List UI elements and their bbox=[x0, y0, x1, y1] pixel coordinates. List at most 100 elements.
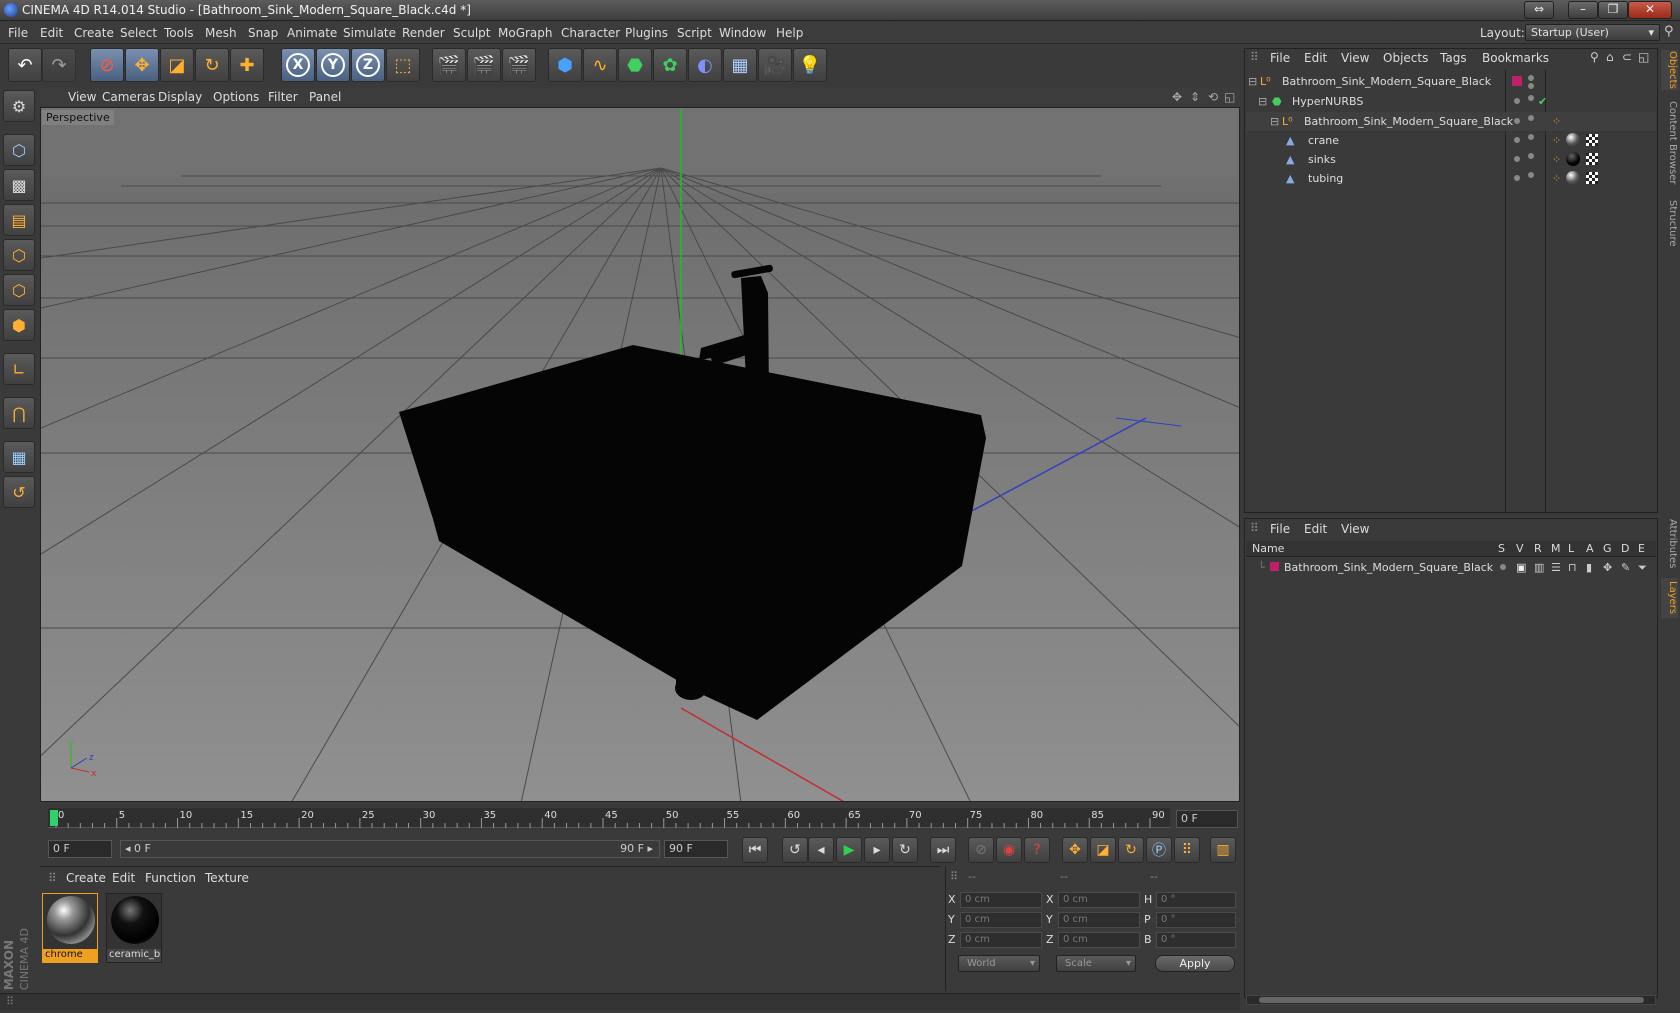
search-icon[interactable]: ⚲ bbox=[1664, 24, 1674, 39]
timeline-ruler[interactable]: 0 5 10 15 20 25 30 35 40 45 50 55 60 65 70 75 80 85 90 bbox=[48, 808, 1170, 828]
viewport-menu-panel[interactable]: Panel bbox=[309, 90, 341, 104]
material-menu-function[interactable]: Function bbox=[145, 871, 196, 885]
view-eye-icon[interactable]: ▣ bbox=[1516, 561, 1526, 574]
tab-layers[interactable]: Layers bbox=[1661, 578, 1678, 618]
move-tool-button[interactable]: ✥ bbox=[125, 48, 159, 82]
key-pla-button[interactable]: ⠿ bbox=[1174, 837, 1200, 863]
scale-tool-button[interactable]: ◪ bbox=[160, 48, 194, 82]
menu-sculpt[interactable]: Sculpt bbox=[453, 26, 490, 40]
expression-icon[interactable]: ⏷ bbox=[1638, 561, 1647, 575]
viewport-zoom-icon[interactable]: ⇕ bbox=[1190, 90, 1200, 104]
tag-icon[interactable]: ⁘ bbox=[1552, 115, 1561, 128]
scrollbar-thumb[interactable] bbox=[1259, 997, 1644, 1003]
key-scale-button[interactable]: ◪ bbox=[1090, 837, 1116, 863]
viewport-menu-filter[interactable]: Filter bbox=[268, 90, 298, 104]
end-frame-field[interactable]: 90 F bbox=[664, 840, 728, 858]
collapse-icon[interactable]: ⊟ bbox=[1248, 75, 1257, 88]
key-position-button[interactable]: ✥ bbox=[1062, 837, 1088, 863]
menu-simulate[interactable]: Simulate bbox=[343, 26, 396, 40]
menu-script[interactable]: Script bbox=[677, 26, 712, 40]
viewport-menu-options[interactable]: Options bbox=[213, 90, 259, 104]
rot-p-field[interactable]: 0 ° bbox=[1156, 912, 1236, 928]
tab-attributes[interactable]: Attributes bbox=[1661, 516, 1678, 571]
rot-h-field[interactable]: 0 ° bbox=[1156, 892, 1236, 908]
menu-create[interactable]: Create bbox=[74, 26, 114, 40]
viewport-move-icon[interactable]: ✥ bbox=[1172, 90, 1182, 104]
layer-color-swatch[interactable] bbox=[1512, 76, 1522, 86]
viewport-menu-view[interactable]: View bbox=[68, 90, 96, 104]
menu-window[interactable]: Window bbox=[719, 26, 766, 40]
add-light-button[interactable]: 💡 bbox=[793, 48, 827, 82]
snap-button[interactable]: ⋂ bbox=[3, 397, 35, 429]
visibility-render-dot[interactable] bbox=[1528, 83, 1534, 89]
undo-button[interactable]: ↶ bbox=[8, 48, 42, 82]
render-picture-viewer-button[interactable]: 🎬 bbox=[467, 48, 501, 82]
menu-edit[interactable]: Edit bbox=[40, 26, 63, 40]
redo-button[interactable]: ↷ bbox=[42, 48, 76, 82]
record-keys-button[interactable]: ⊘ bbox=[968, 837, 994, 863]
layer-menu-file[interactable]: File bbox=[1270, 522, 1290, 536]
manager-icon[interactable]: ☰ bbox=[1551, 561, 1561, 574]
key-rotation-button[interactable]: ↻ bbox=[1118, 837, 1144, 863]
x-axis-button[interactable]: X bbox=[281, 48, 315, 82]
material-swatch-ceramic[interactable]: ceramic_b bbox=[106, 893, 162, 963]
layer-row[interactable]: └ Bathroom_Sink_Modern_Square_Black ▣ ▥ … bbox=[1246, 558, 1656, 577]
menu-file[interactable]: File bbox=[8, 26, 28, 40]
menu-plugins[interactable]: Plugins bbox=[625, 26, 668, 40]
pos-x-field[interactable]: 0 cm bbox=[960, 892, 1042, 908]
apply-button[interactable]: Apply bbox=[1155, 955, 1235, 972]
range-slider[interactable]: ◂ 0 F 90 F ▸ bbox=[120, 840, 660, 858]
object-row[interactable]: ⊟ L⁰ Bathroom_Sink_Modern_Square_Black bbox=[1246, 72, 1656, 91]
object-menu-view[interactable]: View bbox=[1341, 51, 1369, 65]
uvw-tag-icon[interactable] bbox=[1586, 172, 1598, 184]
visibility-editor-dot[interactable] bbox=[1514, 156, 1520, 162]
maximize-button[interactable]: ❐ bbox=[1598, 1, 1628, 19]
object-menu-edit[interactable]: Edit bbox=[1304, 51, 1327, 65]
material-menu-create[interactable]: Create bbox=[66, 871, 106, 885]
edges-mode-button[interactable]: ⬡ bbox=[3, 274, 35, 306]
object-menu-objects[interactable]: Objects bbox=[1383, 51, 1428, 65]
menu-help[interactable]: Help bbox=[776, 26, 803, 40]
layout-select[interactable]: Startup (User) ▾ bbox=[1525, 24, 1660, 41]
horizontal-scrollbar[interactable] bbox=[1246, 995, 1656, 1005]
model-mode-button[interactable]: ⬡ bbox=[3, 134, 35, 166]
visibility-render-dot[interactable] bbox=[1528, 134, 1534, 140]
collapse-icon[interactable]: ⊟ bbox=[1258, 95, 1267, 108]
link-icon[interactable]: ⊂ bbox=[1622, 50, 1632, 64]
material-tag-icon[interactable] bbox=[1566, 171, 1580, 185]
menu-select[interactable]: Select bbox=[120, 26, 157, 40]
visibility-render-dot[interactable] bbox=[1528, 172, 1534, 178]
coordinate-system-button[interactable]: ⬚ bbox=[386, 48, 420, 82]
object-row[interactable]: ⊟ ⬣ HyperNURBS ✔ bbox=[1246, 92, 1656, 111]
uvw-tag-icon[interactable] bbox=[1586, 134, 1598, 146]
points-mode-button[interactable]: ⬡ bbox=[3, 239, 35, 271]
phong-tag-icon[interactable]: ⁘ bbox=[1552, 134, 1561, 147]
material-swatch-chrome[interactable]: chrome bbox=[42, 893, 98, 963]
phong-tag-icon[interactable]: ⁘ bbox=[1552, 172, 1561, 185]
enabled-check-icon[interactable]: ✔ bbox=[1538, 95, 1547, 108]
close-button[interactable]: ✕ bbox=[1628, 1, 1672, 19]
object-row[interactable]: ▲ tubing ⁘ bbox=[1246, 169, 1656, 188]
collapse-icon[interactable]: ⊟ bbox=[1270, 115, 1279, 128]
menu-tools[interactable]: Tools bbox=[164, 26, 194, 40]
live-selection-button[interactable]: ⊘ bbox=[90, 48, 124, 82]
previous-key-button[interactable]: ↺ bbox=[782, 837, 808, 863]
object-row[interactable]: ⊟ L⁰ Bathroom_Sink_Modern_Square_Black ⁘ bbox=[1246, 112, 1656, 131]
tab-content-browser[interactable]: Content Browser bbox=[1661, 98, 1678, 188]
layer-menu-edit[interactable]: Edit bbox=[1304, 522, 1327, 536]
texture-mode-button[interactable]: ▩ bbox=[3, 169, 35, 201]
object-menu-file[interactable]: File bbox=[1270, 51, 1290, 65]
object-row[interactable]: ▲ crane ⁘ bbox=[1246, 131, 1656, 150]
visibility-editor-dot[interactable] bbox=[1514, 175, 1520, 181]
viewport-menu-display[interactable]: Display bbox=[158, 90, 202, 104]
viewport-maximize-icon[interactable]: ◱ bbox=[1224, 90, 1235, 104]
home-icon[interactable]: ⌂ bbox=[1606, 50, 1614, 64]
make-editable-button[interactable]: ⚙ bbox=[3, 90, 35, 122]
autokey-button[interactable]: ◉ bbox=[996, 837, 1022, 863]
y-axis-button[interactable]: Y bbox=[316, 48, 350, 82]
current-frame-field[interactable]: 0 F bbox=[1176, 810, 1238, 828]
menu-snap[interactable]: Snap bbox=[248, 26, 278, 40]
add-camera-button[interactable]: 🎥 bbox=[758, 48, 792, 82]
coordinate-mode-dropdown[interactable]: World ▾ bbox=[958, 955, 1040, 972]
keyframe-selection-button[interactable]: ? bbox=[1024, 837, 1050, 863]
